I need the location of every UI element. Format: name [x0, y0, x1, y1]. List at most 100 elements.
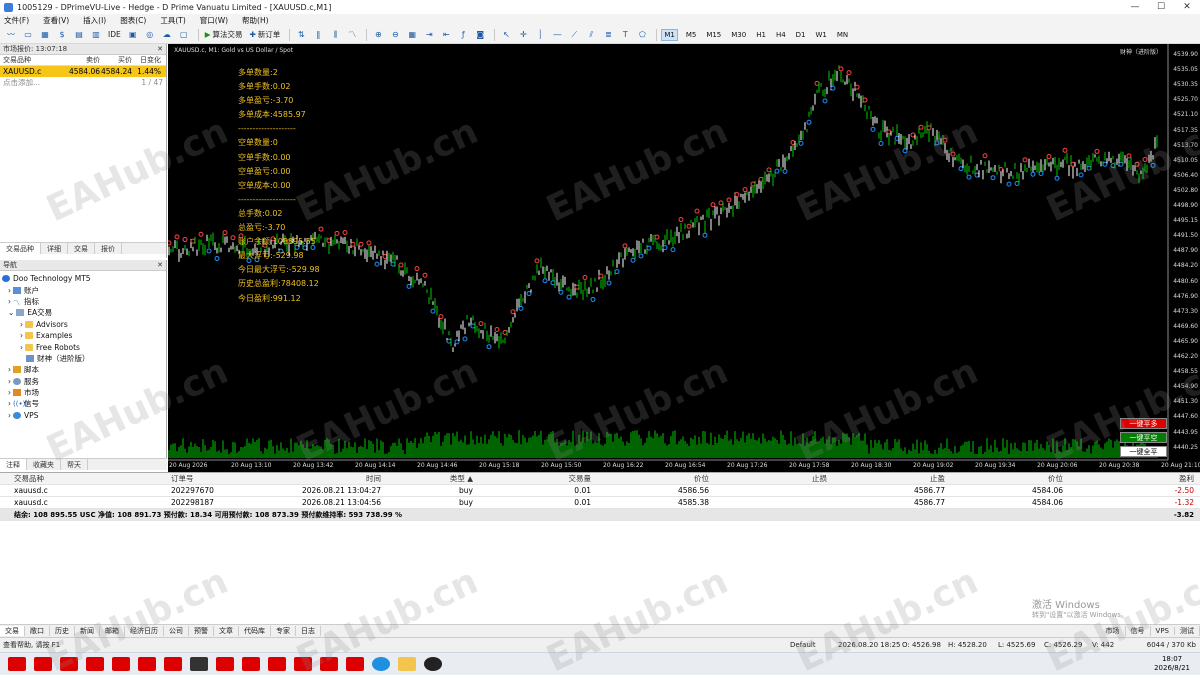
nav-folder-examples[interactable]: › Examples — [2, 330, 166, 341]
mt5-taskbar-icon[interactable] — [86, 657, 104, 671]
profile-icon[interactable]: ▦ — [38, 28, 52, 42]
tab-company[interactable]: 公司 — [164, 626, 189, 636]
mt5-taskbar-icon[interactable] — [60, 657, 78, 671]
tf-m15[interactable]: M15 — [704, 30, 723, 40]
price-chart[interactable]: XAUUSD.c, M1: Gold vs US Dollar / Spot 财… — [168, 44, 1200, 472]
market-watch-row[interactable]: XAUUSD.c 4584.06 4584.24 1.44% — [0, 66, 166, 77]
nav-folder-free-robots[interactable]: › Free Robots — [2, 341, 166, 352]
signal-icon[interactable]: ◎ — [143, 28, 157, 42]
add-symbol-row[interactable]: 点击添加... 1 / 47 — [0, 77, 166, 88]
menu-view[interactable]: 查看(V) — [43, 15, 69, 26]
app-taskbar-icon[interactable] — [190, 657, 208, 671]
crosshair-icon[interactable]: ✛ — [516, 28, 530, 42]
tab-history[interactable]: 历史 — [50, 626, 75, 636]
zoom-out-icon[interactable]: ⊖ — [388, 28, 402, 42]
close-icon[interactable]: ✕ — [157, 45, 163, 53]
maximize-button[interactable]: ☐ — [1148, 2, 1174, 12]
mt5-taskbar-icon[interactable] — [346, 657, 364, 671]
tab-codebase[interactable]: 代码库 — [239, 626, 271, 636]
status-profile[interactable]: Default — [790, 641, 838, 649]
table-row[interactable]: xauusd.c 202297670 2026.08.21 13:04:27 b… — [0, 485, 1200, 497]
terminal-icon[interactable]: ▣ — [126, 28, 140, 42]
explorer-taskbar-icon[interactable] — [398, 657, 416, 671]
cloud-icon[interactable]: ☁ — [160, 28, 174, 42]
mt5-taskbar-icon[interactable] — [268, 657, 286, 671]
line-chart-icon[interactable]: 〽 — [345, 28, 359, 42]
mt5-taskbar-icon[interactable] — [8, 657, 26, 671]
tf-mn[interactable]: MN — [835, 30, 850, 40]
tab-market[interactable]: 市场 — [1101, 626, 1126, 636]
tab-details[interactable]: 详细 — [41, 243, 68, 254]
mt5-taskbar-icon[interactable] — [112, 657, 130, 671]
ide-button[interactable]: IDE — [106, 28, 123, 42]
text-icon[interactable]: T — [618, 28, 632, 42]
screenshot-icon[interactable]: ◙ — [473, 28, 487, 42]
hline-icon[interactable]: ― — [550, 28, 564, 42]
tile-icon[interactable]: ▦ — [405, 28, 419, 42]
tab-alerts[interactable]: 预警 — [189, 626, 214, 636]
tab-tester[interactable]: 测试 — [1175, 626, 1200, 636]
table-row[interactable]: xauusd.c 202298187 2026.08.21 13:04:56 b… — [0, 497, 1200, 509]
data-window-icon[interactable]: ▥ — [89, 28, 103, 42]
one-click-icon[interactable]: ⇅ — [294, 28, 308, 42]
nav-indicators[interactable]: › 〽指标 — [2, 296, 166, 307]
nav-services[interactable]: › 服务 — [2, 376, 166, 387]
tf-h1[interactable]: H1 — [754, 30, 768, 40]
algo-trading-button[interactable]: ▶ 算法交易 — [203, 28, 245, 42]
menu-window[interactable]: 窗口(W) — [200, 15, 228, 26]
mt5-taskbar-icon[interactable] — [164, 657, 182, 671]
shift-icon[interactable]: ⇤ — [439, 28, 453, 42]
tab-signals[interactable]: 信号 — [1126, 626, 1151, 636]
close-all-button[interactable]: 一键全平 — [1120, 446, 1167, 457]
nav-ea-caishen[interactable]: 财神（进阶版） — [2, 353, 166, 364]
fibo-icon[interactable]: ≣ — [601, 28, 615, 42]
candle-chart-icon[interactable]: ⫼ — [328, 28, 342, 42]
tab-symbols[interactable]: 交易品种 — [0, 243, 41, 254]
mt5-taskbar-icon[interactable] — [320, 657, 338, 671]
tab-help[interactable]: 帮天 — [61, 459, 88, 470]
menu-insert[interactable]: 插入(I) — [83, 15, 106, 26]
tab-experts[interactable]: 专家 — [271, 626, 296, 636]
cursor-icon[interactable]: ↖ — [499, 28, 513, 42]
mt5-taskbar-icon[interactable] — [138, 657, 156, 671]
nav-experts[interactable]: ⌄ EA交易 — [2, 307, 166, 318]
trendline-icon[interactable]: ⟋ — [567, 28, 581, 42]
new-order-button[interactable]: ✚ 新订单 — [248, 28, 283, 42]
bar-chart-icon[interactable]: ‖ — [311, 28, 325, 42]
tab-calendar[interactable]: 经济日历 — [125, 626, 164, 636]
chart-type-icon[interactable]: 〰 — [4, 28, 18, 42]
nav-market[interactable]: › 市场 — [2, 387, 166, 398]
minimize-button[interactable]: — — [1122, 2, 1148, 12]
close-sell-button[interactable]: 一键平空 — [1120, 432, 1167, 443]
tab-trade[interactable]: 交易 — [0, 626, 25, 636]
tab-journal[interactable]: 日志 — [296, 626, 321, 636]
tab-mailbox[interactable]: 邮箱 — [100, 626, 125, 636]
qq-taskbar-icon[interactable] — [424, 657, 442, 671]
channel-icon[interactable]: ⫽ — [584, 28, 598, 42]
tf-m5[interactable]: M5 — [684, 30, 699, 40]
market-watch-icon[interactable]: $ — [55, 28, 69, 42]
edge-taskbar-icon[interactable] — [372, 657, 390, 671]
tf-d1[interactable]: D1 — [794, 30, 808, 40]
close-button[interactable]: ✕ — [1174, 2, 1200, 12]
tab-news[interactable]: 新闻 — [75, 626, 100, 636]
indicators-icon[interactable]: ƒ — [456, 28, 470, 42]
tab-articles[interactable]: 文章 — [214, 626, 239, 636]
tf-w1[interactable]: W1 — [814, 30, 829, 40]
tab-ticks[interactable]: 报价 — [95, 243, 122, 254]
mt5-taskbar-icon[interactable] — [242, 657, 260, 671]
shapes-icon[interactable]: ⬠ — [635, 28, 649, 42]
menu-charts[interactable]: 图表(C) — [120, 15, 146, 26]
navigator-icon[interactable]: ▤ — [72, 28, 86, 42]
tab-favorites[interactable]: 收藏夹 — [27, 459, 61, 470]
close-icon[interactable]: ✕ — [157, 261, 163, 269]
zoom-in-icon[interactable]: ⊕ — [371, 28, 385, 42]
tab-trading[interactable]: 交易 — [68, 243, 95, 254]
nav-accounts[interactable]: › 账户 — [2, 284, 166, 295]
nav-folder-advisors[interactable]: › Advisors — [2, 319, 166, 330]
chart-canvas[interactable] — [168, 44, 1200, 472]
tab-common[interactable]: 注释 — [0, 459, 27, 470]
template-icon[interactable]: ▭ — [21, 28, 35, 42]
nav-vps[interactable]: › VPS — [2, 410, 166, 421]
nav-signals[interactable]: › ((•)) 信号 — [2, 398, 166, 409]
